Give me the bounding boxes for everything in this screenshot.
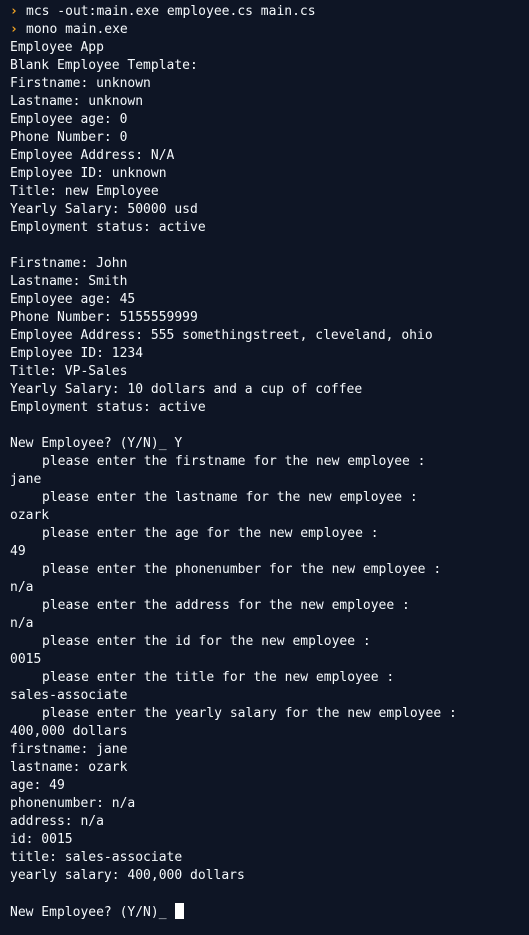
record-field: age: 49 [10,778,65,793]
record-field: Employment status: active [10,220,206,235]
command-text: mono main.exe [26,22,128,37]
terminal-output[interactable]: › mcs -out:main.exe employee.cs main.cs ›… [0,0,529,935]
record-field: Lastname: Smith [10,274,128,289]
text-cursor[interactable] [175,903,185,919]
record-field: address: n/a [10,814,104,829]
command-line: › mono main.exe [10,21,529,39]
record-field: firstname: jane [10,742,128,757]
entry-answer: n/a [10,580,34,595]
template-label: Blank Employee Template: [10,58,198,73]
prompt-chevron-icon: › [10,4,18,19]
entry-question: please enter the lastname for the new em… [42,490,418,505]
record-field: Lastname: unknown [10,94,144,109]
record-field: Firstname: John [10,256,128,271]
record-field: Employment status: active [10,400,206,415]
record-field: Firstname: unknown [10,76,151,91]
record-field: title: sales-associate [10,850,183,865]
record-field: id: 0015 [10,832,73,847]
input-line[interactable]: New Employee? (Y/N)_ [10,903,529,921]
entry-answer: ozark [10,508,50,523]
entry-question: please enter the yearly salary for the n… [42,706,457,721]
entry-answer: 49 [10,544,26,559]
record-field: Title: new Employee [10,184,159,199]
blank-template-record: Firstname: unknown Lastname: unknown Emp… [10,75,529,237]
record-field: Phone Number: 5155559999 [10,310,198,325]
employee-record: Firstname: John Lastname: Smith Employee… [10,255,529,417]
record-field: phonenumber: n/a [10,796,136,811]
prompt-chevron-icon: › [10,22,18,37]
entry-answer: n/a [10,616,34,631]
entry-question: please enter the age for the new employe… [42,526,379,541]
record-field: Yearly Salary: 10 dollars and a cup of c… [10,382,363,397]
entry-question: please enter the id for the new employee… [42,634,371,649]
record-field: Employee ID: unknown [10,166,167,181]
record-field: Yearly Salary: 50000 usd [10,202,198,217]
record-field: Title: VP-Sales [10,364,128,379]
record-field: Employee Address: N/A [10,148,175,163]
new-employee-prompt: New Employee? (Y/N)_ Y [10,436,183,451]
app-title: Employee App [10,40,104,55]
entry-answer: sales-associate [10,688,128,703]
record-field: lastname: ozark [10,760,128,775]
command-text: mcs -out:main.exe employee.cs main.cs [26,4,316,19]
entry-answer: 400,000 dollars [10,724,128,739]
entry-question: please enter the firstname for the new e… [42,454,426,469]
record-field: Employee Address: 555 somethingstreet, c… [10,328,433,343]
entry-answer: 0015 [10,652,42,667]
record-field: Employee age: 0 [10,112,128,127]
entry-question: please enter the address for the new emp… [42,598,410,613]
record-field: Phone Number: 0 [10,130,128,145]
record-field: yearly salary: 400,000 dollars [10,868,245,883]
entry-answer: jane [10,472,42,487]
entry-question: please enter the phonenumber for the new… [42,562,442,577]
command-line: › mcs -out:main.exe employee.cs main.cs [10,3,529,21]
entry-dialog: please enter the firstname for the new e… [10,453,529,741]
entry-question: please enter the title for the new emplo… [42,670,395,685]
record-field: Employee ID: 1234 [10,346,144,361]
new-employee-record: firstname: jane lastname: ozark age: 49 … [10,741,529,885]
record-field: Employee age: 45 [10,292,136,307]
final-prompt: New Employee? (Y/N)_ [10,905,167,920]
